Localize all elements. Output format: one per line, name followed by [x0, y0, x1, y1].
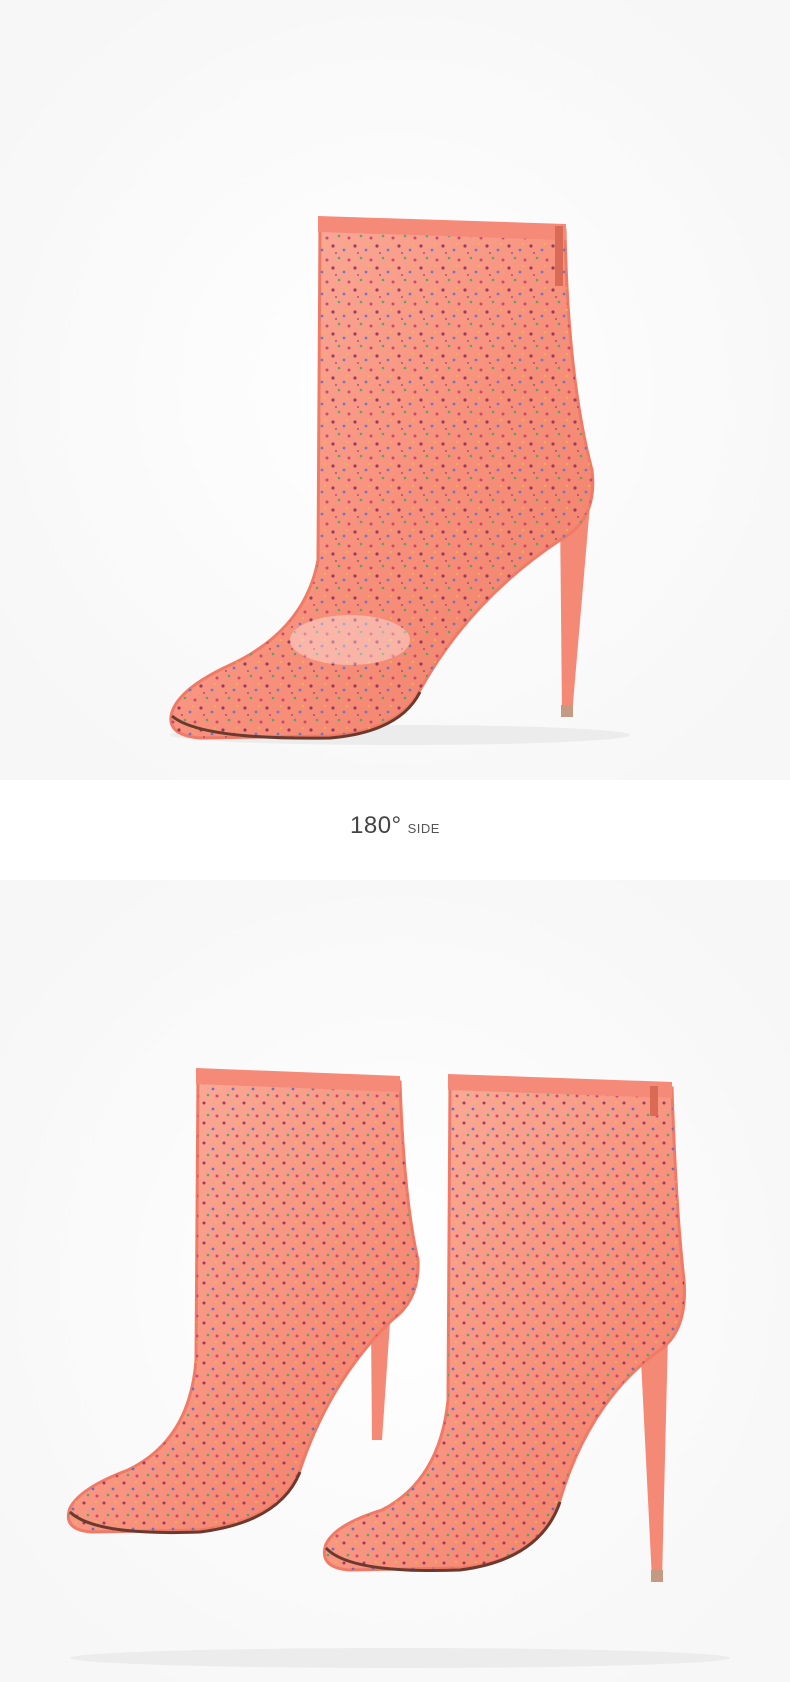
view-label: SIDE — [407, 821, 440, 836]
product-photo-side — [0, 0, 790, 780]
boot-side-illustration — [0, 0, 790, 780]
boot-pair-illustration — [0, 880, 790, 1682]
view-angle: 180° — [350, 812, 402, 839]
product-photo-pair — [0, 880, 790, 1682]
view-caption: 180° SIDE — [0, 812, 790, 840]
